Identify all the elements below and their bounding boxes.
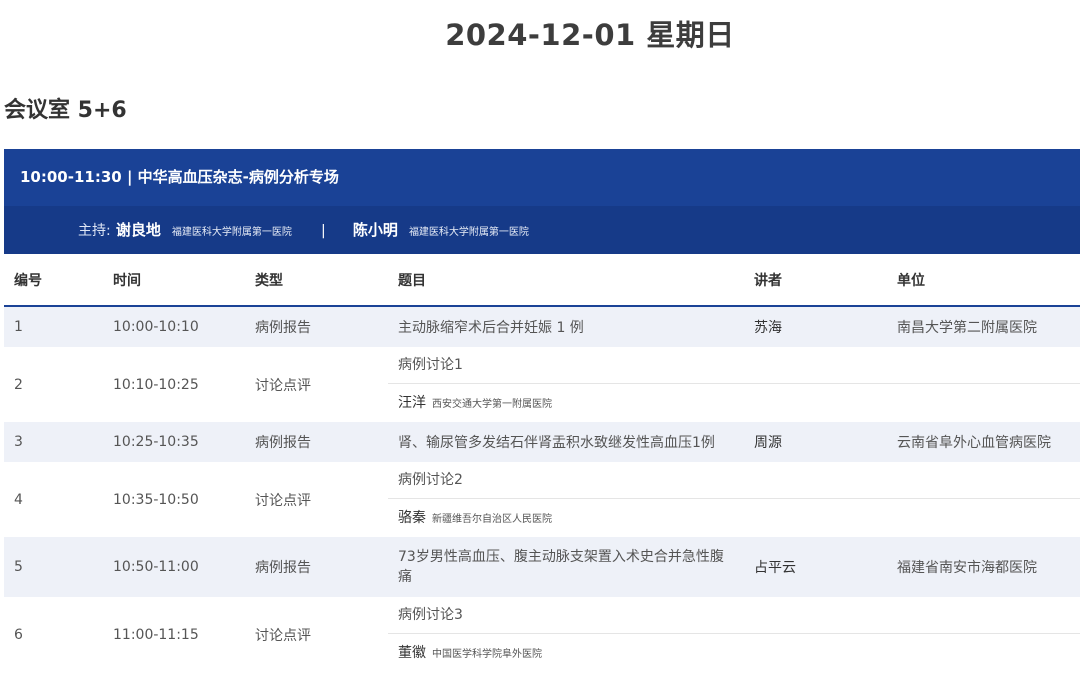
page-title: 2024-12-01 星期日: [445, 18, 735, 52]
cell-no: 1: [4, 306, 103, 347]
cell-no: 2: [14, 376, 23, 393]
cell-type: 病例报告: [245, 537, 388, 597]
table-row: 4 10:35-10:50 讨论点评 病例讨论2 骆秦 新疆维吾尔自治区人民医院: [4, 462, 1080, 537]
column-header-type: 类型: [245, 255, 388, 307]
panelist-name: 骆秦: [398, 510, 426, 526]
cell-time: 10:25-10:35: [103, 422, 245, 462]
table-row: 2 10:10-10:25 讨论点评 病例讨论1 汪洋 西安交通大学第一附属医院: [4, 347, 1080, 422]
cell-time: 10:50-11:00: [103, 537, 245, 597]
session-title: 10:00-11:30 | 中华高血压杂志-病例分析专场: [20, 168, 339, 186]
host-name: 谢良地: [115, 221, 161, 239]
cell-no: 5: [4, 537, 103, 597]
discussion-topic: 病例讨论3: [388, 597, 1080, 634]
table-row: 6 11:00-11:15 讨论点评 病例讨论3 董徽 中国医学科学院阜外医院: [4, 597, 1080, 672]
cell-discussion: 病例讨论3 董徽 中国医学科学院阜外医院: [388, 597, 1080, 672]
table-row: 3 10:25-10:35 病例报告 肾、输尿管多发结石伴肾盂积水致继发性高血压…: [4, 422, 1080, 462]
cell-time: 11:00-11:15: [113, 626, 199, 643]
cell-type: 病例报告: [245, 422, 388, 462]
cell-unit: 云南省阜外心血管病医院: [887, 422, 1080, 462]
panelist-name: 汪洋: [398, 395, 426, 411]
discussion-topic: 病例讨论1: [388, 347, 1080, 384]
host-institution: 福建医科大学附属第一医院: [408, 227, 529, 238]
session-host-bar: 主持: 谢良地 福建医科大学附属第一医院 | 陈小明 福建医科大学附属第一医院: [4, 206, 1080, 254]
agenda-table: 编号 时间 类型 题目 讲者 单位 1 10:00-10:10 病例报告 主动脉…: [4, 255, 1080, 672]
discussion-panelist: 骆秦 新疆维吾尔自治区人民医院: [388, 499, 1080, 537]
discussion-panelist: 董徽 中国医学科学院阜外医院: [388, 634, 1080, 672]
host-separator: |: [321, 223, 326, 239]
cell-time: 10:00-10:10: [103, 306, 245, 347]
room-title: 会议室 5+6: [4, 98, 127, 123]
cell-no: 6: [14, 626, 23, 643]
cell-speaker: 周源: [744, 422, 887, 462]
session-title-bar: 10:00-11:30 | 中华高血压杂志-病例分析专场: [4, 149, 1080, 206]
cell-no: 4: [14, 491, 23, 508]
panelist-name: 董徽: [398, 645, 426, 661]
table-header-row: 编号 时间 类型 题目 讲者 单位: [4, 255, 1080, 307]
column-header-speaker: 讲者: [744, 255, 887, 307]
cell-time: 10:35-10:50: [113, 491, 199, 508]
cell-discussion: 病例讨论1 汪洋 西安交通大学第一附属医院: [388, 347, 1080, 422]
column-header-unit: 单位: [887, 255, 1080, 307]
panelist-institution: 新疆维吾尔自治区人民医院: [432, 514, 552, 525]
cell-topic: 主动脉缩窄术后合并妊娠 1 例: [388, 306, 744, 347]
cell-speaker: 苏海: [744, 306, 887, 347]
cell-type: 讨论点评: [255, 627, 311, 644]
cell-type: 讨论点评: [255, 492, 311, 509]
cell-speaker: 占平云: [744, 537, 887, 597]
column-header-topic: 题目: [388, 255, 744, 307]
cell-time: 10:10-10:25: [113, 376, 199, 393]
cell-topic: 肾、输尿管多发结石伴肾盂积水致继发性高血压1例: [388, 422, 744, 462]
column-header-no: 编号: [4, 255, 103, 307]
column-header-time: 时间: [103, 255, 245, 307]
cell-discussion: 病例讨论2 骆秦 新疆维吾尔自治区人民医院: [388, 462, 1080, 537]
cell-type: 讨论点评: [255, 377, 311, 394]
host-name: 陈小明: [352, 221, 398, 239]
panelist-institution: 中国医学科学院阜外医院: [432, 649, 542, 660]
topic-text: 73岁男性高血压、腹主动脉支架置入术史合并急性腹痛: [398, 549, 724, 585]
cell-unit: 福建省南安市海都医院: [887, 537, 1080, 597]
cell-type: 病例报告: [245, 306, 388, 347]
discussion-topic: 病例讨论2: [388, 462, 1080, 499]
discussion-panelist: 汪洋 西安交通大学第一附属医院: [388, 384, 1080, 422]
cell-topic: 73岁男性高血压、腹主动脉支架置入术史合并急性腹痛: [388, 537, 744, 597]
cell-unit: 南昌大学第二附属医院: [887, 306, 1080, 347]
cell-no: 3: [4, 422, 103, 462]
table-row: 1 10:00-10:10 病例报告 主动脉缩窄术后合并妊娠 1 例 苏海 南昌…: [4, 306, 1080, 347]
host-institution: 福建医科大学附属第一医院: [171, 227, 292, 238]
panelist-institution: 西安交通大学第一附属医院: [432, 399, 552, 410]
host-label: 主持:: [78, 223, 111, 239]
table-row: 5 10:50-11:00 病例报告 73岁男性高血压、腹主动脉支架置入术史合并…: [4, 537, 1080, 597]
